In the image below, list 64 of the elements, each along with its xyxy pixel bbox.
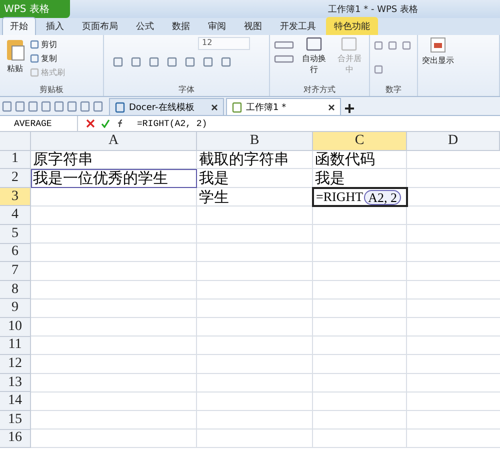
close-icon[interactable] xyxy=(211,104,218,110)
group-title: 数字 xyxy=(384,84,402,96)
row-header[interactable]: 7 xyxy=(0,262,31,281)
app-menu-button[interactable]: WPS 表格 xyxy=(0,0,70,18)
cancel-icon[interactable] xyxy=(86,119,95,128)
row-header[interactable]: 10 xyxy=(0,318,31,337)
column-header[interactable]: A xyxy=(31,132,197,151)
table-cell-text: 原字符串 xyxy=(32,150,94,170)
document-tab[interactable]: Docer-在线模板 xyxy=(109,98,224,115)
close-icon[interactable] xyxy=(328,104,335,110)
editing-cell[interactable]: =RIGHT A2, 2 xyxy=(313,188,407,206)
ribbon-tab[interactable]: 数据 xyxy=(164,17,198,35)
clipboard-icon[interactable] xyxy=(4,37,26,61)
table-cell-text: 截取的字符串 xyxy=(198,150,290,170)
ribbon-tab[interactable]: 开始 xyxy=(2,17,36,35)
ribbon-tab[interactable]: 特色功能 xyxy=(326,17,378,35)
window-title: 工作簿1 * - WPS 表格 xyxy=(328,4,418,16)
column-header[interactable]: D xyxy=(407,132,500,151)
document-tab-label: Docer-在线模板 xyxy=(129,102,194,114)
row-header[interactable]: 8 xyxy=(0,280,31,300)
highlight-button[interactable]: 突出显示 xyxy=(422,37,454,66)
clipboard-action[interactable]: 剪切 xyxy=(30,37,65,51)
confirm-icon[interactable] xyxy=(101,119,110,128)
formula-text: =RIGHT xyxy=(316,189,364,206)
alignment-button[interactable]: 自动换行 xyxy=(298,37,330,75)
table-cell: 我是一位优秀的学生 xyxy=(31,169,197,188)
paste-button[interactable]: 粘贴 xyxy=(4,37,26,74)
formula-field[interactable]: =RIGHT(A2, 2) xyxy=(125,118,208,128)
reference-argument: A2, 2 xyxy=(364,190,401,205)
row-header[interactable]: 16 xyxy=(0,430,31,448)
row-header[interactable]: 4 xyxy=(0,206,31,225)
row-header[interactable]: 3 xyxy=(0,188,31,206)
row-header[interactable]: 14 xyxy=(0,392,31,411)
clipboard-action[interactable]: 复制 xyxy=(30,51,65,65)
table-cell-text: 我是 xyxy=(198,170,230,188)
ribbon-tab[interactable]: 开发工具 xyxy=(272,17,324,35)
font-size-field[interactable]: 12 xyxy=(198,37,250,50)
row-header[interactable]: 11 xyxy=(0,336,31,356)
table-cell-text: 我是 xyxy=(314,170,346,188)
function-icon[interactable] xyxy=(116,119,125,128)
row-header[interactable]: 9 xyxy=(0,299,31,318)
column-header[interactable]: B xyxy=(197,132,313,151)
row-header[interactable]: 2 xyxy=(0,169,31,188)
row-header[interactable]: 12 xyxy=(0,355,31,374)
group-title: 剪贴板 xyxy=(38,84,64,96)
ribbon-tab[interactable]: 审阅 xyxy=(200,17,234,35)
group-title: 字体 xyxy=(178,84,196,96)
group-title: 对齐方式 xyxy=(302,84,336,96)
document-tab[interactable]: 工作簿1 * xyxy=(226,98,341,115)
row-header[interactable]: 13 xyxy=(0,374,31,392)
column-header[interactable]: C xyxy=(313,132,407,151)
row-header[interactable]: 15 xyxy=(0,410,31,430)
ribbon-tab[interactable]: 页面布局 xyxy=(74,17,126,35)
ribbon-tab[interactable]: 公式 xyxy=(128,17,162,35)
ribbon-tab[interactable]: 插入 xyxy=(38,17,72,35)
row-header[interactable]: 1 xyxy=(0,150,31,170)
row-header[interactable]: 5 xyxy=(0,224,31,244)
ribbon-tab[interactable]: 视图 xyxy=(236,17,270,35)
table-icon[interactable] xyxy=(430,37,446,53)
row-header[interactable]: 6 xyxy=(0,244,31,262)
add-icon[interactable] xyxy=(343,102,356,115)
table-cell-text: 函数代码 xyxy=(314,151,376,170)
document-tab-label: 工作簿1 * xyxy=(246,102,286,114)
table-cell-text: 学生 xyxy=(198,188,230,206)
